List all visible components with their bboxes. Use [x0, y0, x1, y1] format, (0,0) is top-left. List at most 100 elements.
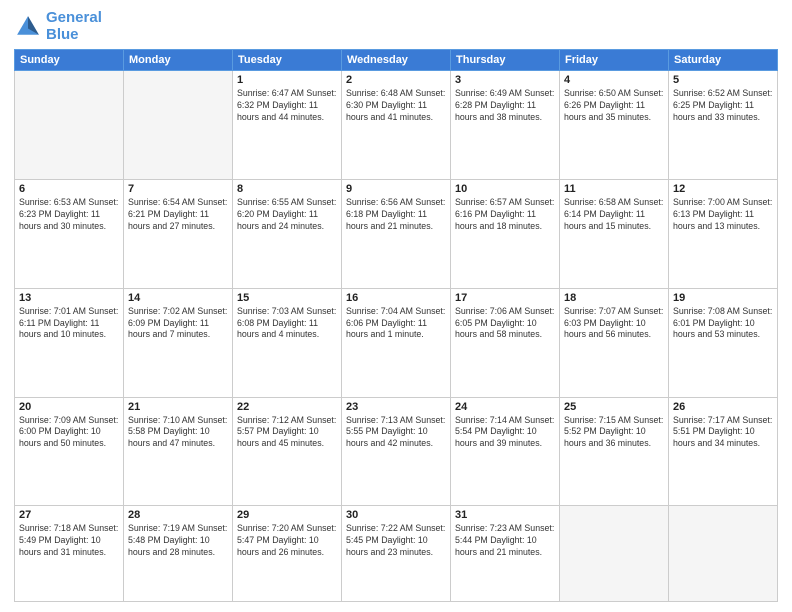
- day-number: 19: [673, 292, 773, 304]
- calendar-cell: 28 Sunrise: 7:19 AM Sunset: 5:48 PM Dayli…: [124, 506, 233, 602]
- calendar-cell: 24 Sunrise: 7:14 AM Sunset: 5:54 PM Dayli…: [451, 397, 560, 506]
- weekday-header-tuesday: Tuesday: [233, 50, 342, 71]
- calendar-cell: 1 Sunrise: 6:47 AM Sunset: 6:32 PM Daylig…: [233, 71, 342, 180]
- calendar-cell: 14Sunrise: 7:02 AM Sunset: 6:09 PM Dayli…: [124, 288, 233, 397]
- day-number: 17: [455, 292, 555, 304]
- calendar-cell: 18 Sunrise: 7:07 AM Sunset: 6:03 PM Dayli…: [560, 288, 669, 397]
- calendar-cell: 22Sunrise: 7:12 AM Sunset: 5:57 PM Dayli…: [233, 397, 342, 506]
- day-number: 15: [237, 292, 337, 304]
- day-number: 25: [564, 401, 664, 413]
- cell-info: Sunrise: 6:47 AM Sunset: 6:32 PM Dayligh…: [237, 88, 337, 124]
- calendar-cell: 15 Sunrise: 7:03 AM Sunset: 6:08 PM Dayli…: [233, 288, 342, 397]
- calendar-cell: 3 Sunrise: 6:49 AM Sunset: 6:28 PM Daylig…: [451, 71, 560, 180]
- calendar-cell: 30Sunrise: 7:22 AM Sunset: 5:45 PM Dayli…: [342, 506, 451, 602]
- day-number: 27: [19, 509, 119, 521]
- day-number: 12: [673, 183, 773, 195]
- cell-info: Sunrise: 7:04 AM Sunset: 6:06 PM Dayligh…: [346, 306, 446, 342]
- cell-info: Sunrise: 6:55 AM Sunset: 6:20 PM Dayligh…: [237, 197, 337, 233]
- calendar-cell: [669, 506, 778, 602]
- cell-info: Sunrise: 6:57 AM Sunset: 6:16 PM Dayligh…: [455, 197, 555, 233]
- calendar-cell: 11Sunrise: 6:58 AM Sunset: 6:14 PM Dayli…: [560, 179, 669, 288]
- day-number: 1: [237, 74, 337, 86]
- cell-info: Sunrise: 6:52 AM Sunset: 6:25 PM Dayligh…: [673, 88, 773, 124]
- calendar-cell: 6 Sunrise: 6:53 AM Sunset: 6:23 PM Daylig…: [15, 179, 124, 288]
- calendar-cell: 16Sunrise: 7:04 AM Sunset: 6:06 PM Dayli…: [342, 288, 451, 397]
- calendar-cell: 21Sunrise: 7:10 AM Sunset: 5:58 PM Dayli…: [124, 397, 233, 506]
- weekday-header-thursday: Thursday: [451, 50, 560, 71]
- week-row-4: 20 Sunrise: 7:09 AM Sunset: 6:00 PM Dayli…: [15, 397, 778, 506]
- calendar-cell: 29 Sunrise: 7:20 AM Sunset: 5:47 PM Dayli…: [233, 506, 342, 602]
- calendar-cell: 25 Sunrise: 7:15 AM Sunset: 5:52 PM Dayli…: [560, 397, 669, 506]
- calendar-cell: 9Sunrise: 6:56 AM Sunset: 6:18 PM Daylig…: [342, 179, 451, 288]
- weekday-header-row: SundayMondayTuesdayWednesdayThursdayFrid…: [15, 50, 778, 71]
- calendar: SundayMondayTuesdayWednesdayThursdayFrid…: [14, 49, 778, 602]
- cell-info: Sunrise: 6:53 AM Sunset: 6:23 PM Dayligh…: [19, 197, 119, 233]
- logo-text: General Blue: [46, 10, 102, 43]
- day-number: 30: [346, 509, 446, 521]
- day-number: 3: [455, 74, 555, 86]
- cell-info: Sunrise: 6:58 AM Sunset: 6:14 PM Dayligh…: [564, 197, 664, 233]
- header: General Blue: [14, 10, 778, 43]
- page: General Blue SundayMondayTuesdayWednesda…: [0, 0, 792, 612]
- day-number: 5: [673, 74, 773, 86]
- cell-info: Sunrise: 7:20 AM Sunset: 5:47 PM Dayligh…: [237, 523, 337, 559]
- weekday-header-friday: Friday: [560, 50, 669, 71]
- calendar-cell: 12 Sunrise: 7:00 AM Sunset: 6:13 PM Dayli…: [669, 179, 778, 288]
- weekday-header-sunday: Sunday: [15, 50, 124, 71]
- cell-info: Sunrise: 7:03 AM Sunset: 6:08 PM Dayligh…: [237, 306, 337, 342]
- day-number: 21: [128, 401, 228, 413]
- calendar-cell: 23 Sunrise: 7:13 AM Sunset: 5:55 PM Dayli…: [342, 397, 451, 506]
- weekday-header-saturday: Saturday: [669, 50, 778, 71]
- cell-info: Sunrise: 7:15 AM Sunset: 5:52 PM Dayligh…: [564, 415, 664, 451]
- cell-info: Sunrise: 6:48 AM Sunset: 6:30 PM Dayligh…: [346, 88, 446, 124]
- weekday-header-wednesday: Wednesday: [342, 50, 451, 71]
- week-row-2: 6 Sunrise: 6:53 AM Sunset: 6:23 PM Daylig…: [15, 179, 778, 288]
- cell-info: Sunrise: 6:49 AM Sunset: 6:28 PM Dayligh…: [455, 88, 555, 124]
- week-row-3: 13 Sunrise: 7:01 AM Sunset: 6:11 PM Dayli…: [15, 288, 778, 397]
- cell-info: Sunrise: 7:19 AM Sunset: 5:48 PM Dayligh…: [128, 523, 228, 559]
- cell-info: Sunrise: 7:17 AM Sunset: 5:51 PM Dayligh…: [673, 415, 773, 451]
- cell-info: Sunrise: 7:00 AM Sunset: 6:13 PM Dayligh…: [673, 197, 773, 233]
- calendar-cell: 17 Sunrise: 7:06 AM Sunset: 6:05 PM Dayli…: [451, 288, 560, 397]
- calendar-cell: 2Sunrise: 6:48 AM Sunset: 6:30 PM Daylig…: [342, 71, 451, 180]
- calendar-cell: 27Sunrise: 7:18 AM Sunset: 5:49 PM Dayli…: [15, 506, 124, 602]
- cell-info: Sunrise: 7:13 AM Sunset: 5:55 PM Dayligh…: [346, 415, 446, 451]
- cell-info: Sunrise: 6:54 AM Sunset: 6:21 PM Dayligh…: [128, 197, 228, 233]
- week-row-1: 1 Sunrise: 6:47 AM Sunset: 6:32 PM Daylig…: [15, 71, 778, 180]
- calendar-cell: 7 Sunrise: 6:54 AM Sunset: 6:21 PM Daylig…: [124, 179, 233, 288]
- day-number: 13: [19, 292, 119, 304]
- cell-info: Sunrise: 7:08 AM Sunset: 6:01 PM Dayligh…: [673, 306, 773, 342]
- day-number: 9: [346, 183, 446, 195]
- day-number: 28: [128, 509, 228, 521]
- day-number: 8: [237, 183, 337, 195]
- day-number: 29: [237, 509, 337, 521]
- calendar-cell: [124, 71, 233, 180]
- day-number: 7: [128, 183, 228, 195]
- cell-info: Sunrise: 6:50 AM Sunset: 6:26 PM Dayligh…: [564, 88, 664, 124]
- cell-info: Sunrise: 7:01 AM Sunset: 6:11 PM Dayligh…: [19, 306, 119, 342]
- day-number: 24: [455, 401, 555, 413]
- calendar-cell: 20 Sunrise: 7:09 AM Sunset: 6:00 PM Dayli…: [15, 397, 124, 506]
- weekday-header-monday: Monday: [124, 50, 233, 71]
- day-number: 10: [455, 183, 555, 195]
- day-number: 20: [19, 401, 119, 413]
- calendar-cell: 31Sunrise: 7:23 AM Sunset: 5:44 PM Dayli…: [451, 506, 560, 602]
- day-number: 23: [346, 401, 446, 413]
- cell-info: Sunrise: 7:06 AM Sunset: 6:05 PM Dayligh…: [455, 306, 555, 342]
- day-number: 18: [564, 292, 664, 304]
- cell-info: Sunrise: 7:14 AM Sunset: 5:54 PM Dayligh…: [455, 415, 555, 451]
- calendar-cell: 10 Sunrise: 6:57 AM Sunset: 6:16 PM Dayli…: [451, 179, 560, 288]
- calendar-cell: [560, 506, 669, 602]
- week-row-5: 27Sunrise: 7:18 AM Sunset: 5:49 PM Dayli…: [15, 506, 778, 602]
- calendar-cell: 19 Sunrise: 7:08 AM Sunset: 6:01 PM Dayli…: [669, 288, 778, 397]
- calendar-cell: 26Sunrise: 7:17 AM Sunset: 5:51 PM Dayli…: [669, 397, 778, 506]
- day-number: 22: [237, 401, 337, 413]
- day-number: 14: [128, 292, 228, 304]
- day-number: 6: [19, 183, 119, 195]
- calendar-cell: 8 Sunrise: 6:55 AM Sunset: 6:20 PM Daylig…: [233, 179, 342, 288]
- logo: General Blue: [14, 10, 102, 43]
- cell-info: Sunrise: 7:07 AM Sunset: 6:03 PM Dayligh…: [564, 306, 664, 342]
- day-number: 31: [455, 509, 555, 521]
- cell-info: Sunrise: 7:09 AM Sunset: 6:00 PM Dayligh…: [19, 415, 119, 451]
- calendar-cell: 4Sunrise: 6:50 AM Sunset: 6:26 PM Daylig…: [560, 71, 669, 180]
